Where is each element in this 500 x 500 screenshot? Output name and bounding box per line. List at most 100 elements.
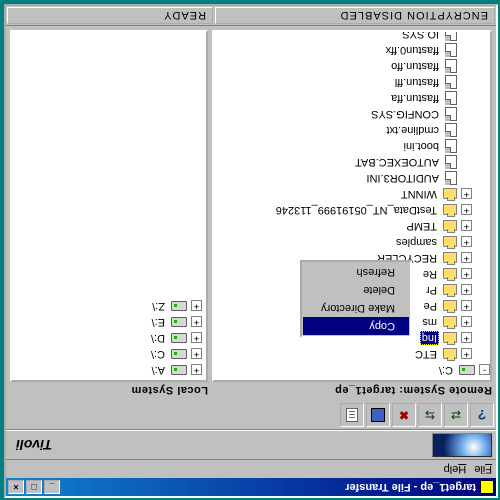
close-button[interactable]: ×	[8, 480, 24, 494]
brand-logo	[432, 433, 492, 457]
drive-icon	[459, 365, 475, 375]
brand-text: Tivoli	[16, 437, 52, 453]
expander-icon[interactable]: +	[191, 317, 202, 328]
expander-icon[interactable]: +	[461, 205, 472, 216]
tree-row[interactable]: CONFIG.SYS	[214, 106, 490, 122]
tree-row[interactable]: + A:\	[12, 362, 206, 378]
save-icon[interactable]	[366, 404, 390, 428]
expander-icon[interactable]: +	[191, 365, 202, 376]
tree-row[interactable]: + D:\	[12, 330, 206, 346]
tree-label[interactable]: ffastun0.ffx	[384, 44, 441, 56]
drive-icon	[171, 333, 187, 343]
tree-label[interactable]: Re	[421, 268, 439, 280]
expander-icon[interactable]: +	[461, 189, 472, 200]
transfer-right-icon[interactable]: ⇄	[444, 404, 468, 428]
remote-panel: Remote System: target1_ep -C:\+ETC+Inq+m…	[212, 30, 492, 398]
tree-row[interactable]: + E:\	[12, 314, 206, 330]
delete-icon[interactable]: ✖	[392, 404, 416, 428]
tree-label[interactable]: C:\	[437, 364, 455, 376]
tree-row[interactable]: boot.ini	[214, 138, 490, 154]
tree-row[interactable]: + TestData_NT_05191999_113246	[214, 202, 490, 218]
context-menu-item[interactable]: Make Directory	[303, 299, 409, 317]
tree-row[interactable]: IO.SYS	[214, 30, 490, 42]
tree-label[interactable]: A:\	[150, 364, 167, 376]
local-panel-title: Local System	[10, 382, 208, 398]
tree-row[interactable]: + ETC	[214, 346, 490, 362]
file-icon	[445, 139, 457, 153]
context-menu-item[interactable]: Delete	[303, 281, 409, 299]
expander-icon[interactable]: +	[461, 333, 472, 344]
tree-row[interactable]: ffastun.ffo	[214, 58, 490, 74]
tree-label[interactable]: Z:\	[150, 300, 167, 312]
tree-label[interactable]: ffastun.ffo	[389, 60, 441, 72]
tree-row[interactable]: ffastun0.ffx	[214, 42, 490, 58]
tree-label[interactable]: IO.SYS	[400, 30, 441, 40]
file-icon	[445, 123, 457, 137]
maximize-button[interactable]: □	[26, 480, 42, 494]
tree-row[interactable]: + TEMP	[214, 218, 490, 234]
tree-label[interactable]: CONFIG.SYS	[369, 108, 441, 120]
tree-label[interactable]: Pr	[424, 284, 439, 296]
tree-row[interactable]: AUDITOR3.INI	[214, 170, 490, 186]
expander-icon[interactable]: +	[191, 301, 202, 312]
tree-label[interactable]: D:\	[149, 332, 167, 344]
tree-label[interactable]: AUTOEXEC.BAT	[353, 156, 441, 168]
expander-icon[interactable]: +	[461, 221, 472, 232]
tree-row[interactable]: + WINNT	[214, 186, 490, 202]
file-icon	[445, 107, 457, 121]
tree-label[interactable]: E:\	[150, 316, 167, 328]
tree-row[interactable]: ffastun.ffl	[214, 74, 490, 90]
tree-label[interactable]: cmdline.txt	[384, 124, 441, 136]
expander-icon[interactable]: +	[461, 285, 472, 296]
folder-icon	[443, 253, 457, 264]
remote-tree[interactable]: -C:\+ETC+Inq+ms+Pe+Pr+Re+RECYCLER+sample…	[212, 30, 492, 382]
tree-label[interactable]: C:\	[149, 348, 167, 360]
tree-row[interactable]: + samples	[214, 234, 490, 250]
context-menu-item[interactable]: Refresh	[303, 263, 409, 281]
expander-icon[interactable]: +	[461, 301, 472, 312]
tree-label[interactable]: ffastun.ffa	[389, 92, 441, 104]
expander-icon[interactable]: +	[191, 349, 202, 360]
tree-label[interactable]: Pe	[422, 300, 439, 312]
folder-icon	[443, 285, 457, 296]
expander-icon[interactable]: +	[191, 333, 202, 344]
tree-label[interactable]: AUDITOR3.INI	[364, 172, 441, 184]
file-icon	[445, 43, 457, 57]
tree-row[interactable]: AUTOEXEC.BAT	[214, 154, 490, 170]
expander-icon[interactable]: +	[461, 317, 472, 328]
tree-row[interactable]: - C:\	[214, 362, 490, 378]
tree-label[interactable]: boot.ini	[402, 140, 441, 152]
expander-icon[interactable]: +	[461, 349, 472, 360]
transfer-left-icon[interactable]: ⇆	[418, 404, 442, 428]
status-encryption: ENCRYPTION DISABLED	[215, 7, 495, 24]
tree-row[interactable]: + Z:\	[12, 298, 206, 314]
tree-label[interactable]: samples	[394, 236, 439, 248]
list-icon[interactable]	[340, 404, 364, 428]
menu-help[interactable]: Help	[444, 463, 467, 475]
tree-label[interactable]: ETC	[413, 348, 439, 360]
expander-icon[interactable]: -	[479, 365, 490, 376]
tree-label[interactable]: ffastun.ffl	[393, 76, 441, 88]
expander-icon[interactable]: +	[461, 237, 472, 248]
help-icon[interactable]: ?	[470, 404, 494, 428]
expander-icon[interactable]: +	[461, 253, 472, 264]
tree-row[interactable]: + C:\	[12, 346, 206, 362]
folder-icon	[443, 189, 457, 200]
tree-label[interactable]: WINNT	[399, 188, 439, 200]
tree-label[interactable]: TEMP	[404, 220, 439, 232]
brand-bar: Tivoli	[6, 430, 496, 460]
tree-row[interactable]: cmdline.txt	[214, 122, 490, 138]
local-tree[interactable]: + A:\ + C:\ + D:\ + E:\ + Z:\	[10, 30, 208, 382]
minimize-button[interactable]: _	[44, 480, 60, 494]
app-icon	[480, 480, 494, 494]
menu-file[interactable]: File	[474, 463, 492, 475]
titlebar[interactable]: target1_ep - File Transfer _ □ ×	[6, 478, 496, 496]
expander-icon[interactable]: +	[461, 269, 472, 280]
tree-label[interactable]: TestData_NT_05191999_113246	[274, 204, 439, 216]
context-menu[interactable]: CopyMake DirectoryDeleteRefresh	[300, 260, 412, 338]
tree-label[interactable]: Inq	[420, 331, 439, 345]
file-icon	[445, 59, 457, 73]
tree-row[interactable]: ffastun.ffa	[214, 90, 490, 106]
tree-label[interactable]: ms	[420, 316, 439, 328]
context-menu-item[interactable]: Copy	[303, 317, 409, 335]
